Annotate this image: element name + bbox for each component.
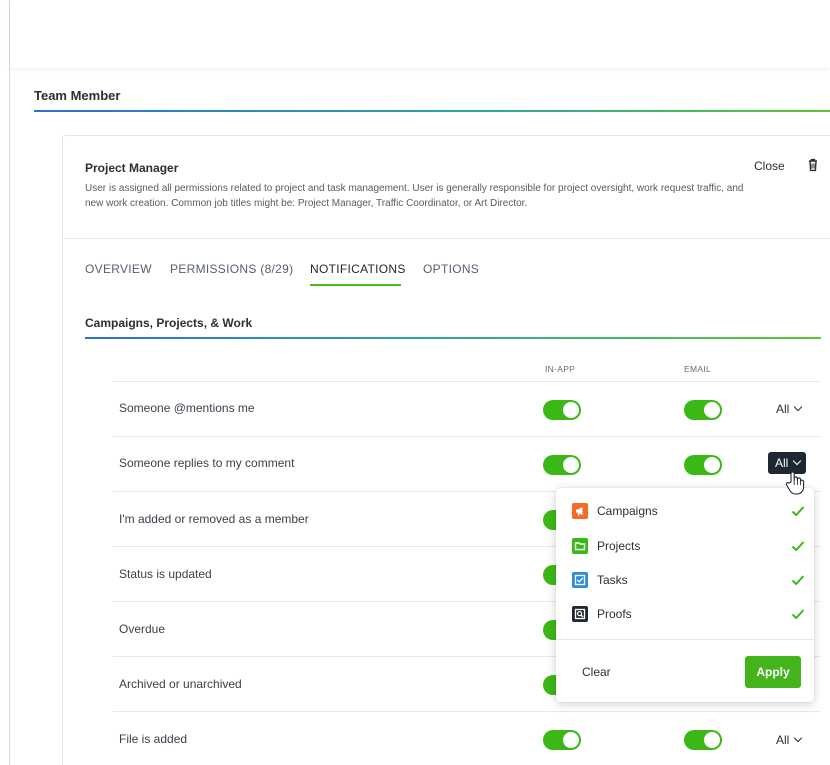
dropdown-item-projects[interactable]: Projects [572,538,808,556]
group-underline [85,337,821,339]
check-icon [791,609,805,620]
clear-button[interactable]: Clear [582,665,611,679]
in-app-toggle[interactable] [543,730,581,750]
check-icon [791,506,805,517]
check-icon [791,575,805,586]
dropdown-item-label: Tasks [597,573,628,587]
hand-cursor-icon [785,471,805,495]
in-app-toggle[interactable] [543,455,581,475]
row-label-member: I'm added or removed as a member [119,512,309,526]
scope-dropdown-menu: Campaigns Projects Tasks Proofs Clear Ap… [556,488,814,702]
table-header-divider [113,381,821,382]
scope-select-label: All [776,733,790,747]
chevron-down-icon [793,456,802,466]
role-description: User is assigned all permissions related… [85,183,744,209]
chevron-down-icon [794,733,803,743]
window-left-border [9,0,10,765]
dropdown-item-label: Proofs [597,607,632,621]
top-bar [10,0,830,68]
megaphone-icon [572,503,588,519]
row-label-archived: Archived or unarchived [119,677,242,691]
column-header-in-app: IN-APP [545,364,576,374]
check-icon [791,541,805,552]
email-toggle[interactable] [684,455,722,475]
row-label-overdue: Overdue [119,622,166,636]
section-title: Team Member [34,88,121,103]
folder-icon [572,538,588,554]
dropdown-item-label: Campaigns [597,504,658,518]
close-button[interactable]: Close [754,159,785,173]
tab-notifications[interactable]: NOTIFICATIONS [310,262,406,276]
tab-permissions[interactable]: PERMISSIONS (8/29) [170,262,293,276]
in-app-toggle[interactable] [543,400,581,420]
email-toggle[interactable] [684,730,722,750]
trash-icon[interactable] [806,158,820,172]
scope-select[interactable]: All [776,733,803,747]
task-check-icon [572,572,588,588]
row-label-file-added: File is added [119,732,188,746]
row-divider [113,436,821,437]
dropdown-item-proofs[interactable]: Proofs [572,606,808,624]
scope-select[interactable]: All [776,402,803,416]
row-divider [113,711,821,712]
row-label-replies: Someone replies to my comment [119,456,295,470]
apply-button[interactable]: Apply [745,656,801,688]
row-label-status: Status is updated [119,567,212,581]
section-underline [34,110,830,112]
active-tab-indicator [310,284,401,286]
row-label-mentions: Someone @mentions me [119,401,255,415]
scope-select-label: All [776,402,790,416]
dropdown-divider [556,639,814,640]
dropdown-item-label: Projects [597,539,641,553]
tab-overview[interactable]: OVERVIEW [85,262,152,276]
dropdown-item-campaigns[interactable]: Campaigns [572,503,808,521]
proof-icon [572,606,588,622]
dropdown-item-tasks[interactable]: Tasks [572,572,808,590]
scope-select-label: All [775,456,789,470]
email-toggle[interactable] [684,400,722,420]
card-divider [63,238,830,239]
notification-group-title: Campaigns, Projects, & Work [85,316,253,330]
tab-options[interactable]: OPTIONS [423,262,479,276]
role-title: Project Manager [85,161,179,175]
column-header-email: EMAIL [684,364,712,374]
chevron-down-icon [794,402,803,412]
